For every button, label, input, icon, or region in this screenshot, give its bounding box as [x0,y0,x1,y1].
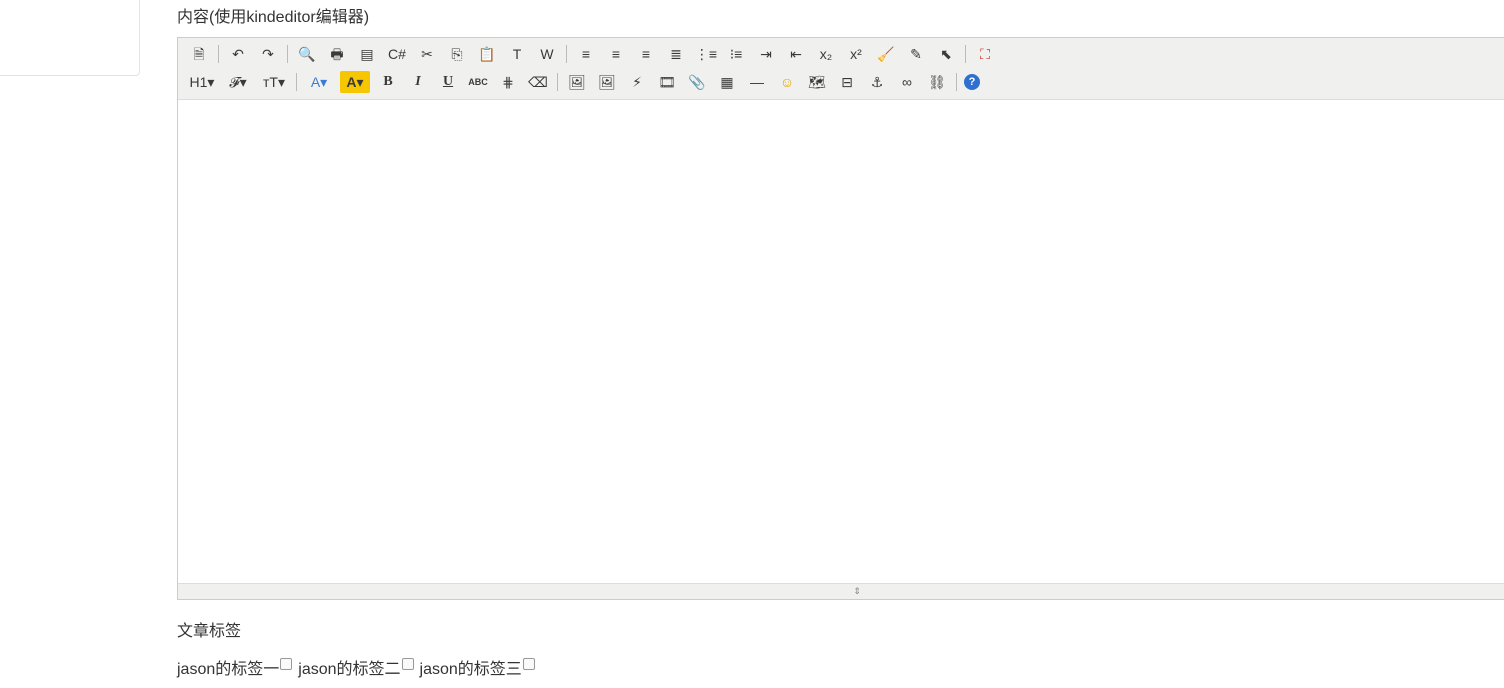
source-icon[interactable]: 🗎 [187,43,211,65]
kindeditor: 🗎 ↶ ↷ 🔍 🖶 ▤ C# ✂ ⎘ 📋 T W ≡ ≡ ≡ ≣ ⋮≡ ⁝≡ ⇥ ⇤ x₂ x² 🧹 ✎ ⬉ ⛶ H1▾ 𝓕▾ ᴛT▾… [177,37,1504,600]
help-icon[interactable]: ? [964,74,980,90]
side-panel [0,0,140,76]
justifyright-icon[interactable]: ≡ [634,43,658,65]
hr-icon[interactable]: ― [745,71,769,93]
tags-label: 文章标签 [177,623,242,640]
insertorderedlist-icon[interactable]: ⋮≡ [694,43,718,65]
toolbar-separator [557,73,558,91]
clearhtml-icon[interactable]: 🧹 [874,43,898,65]
multiimage-icon[interactable]: 🖼 [595,71,619,93]
table-icon[interactable]: ▦ [715,71,739,93]
toolbar-separator [956,73,957,91]
quickformat-icon[interactable]: ✎ [904,43,928,65]
content-label: 内容(使用kindeditor编辑器) [177,9,370,26]
image-icon[interactable]: 🖼 [565,71,589,93]
heading-icon[interactable]: H1▾ [187,71,217,93]
toolbar-separator [287,45,288,63]
tag-checkbox[interactable] [280,658,293,670]
baidumap-icon[interactable]: 🗺 [805,71,829,93]
print-icon[interactable]: 🖶 [325,43,349,65]
toolbar-row-1: 🗎 ↶ ↷ 🔍 🖶 ▤ C# ✂ ⎘ 📋 T W ≡ ≡ ≡ ≣ ⋮≡ ⁝≡ ⇥ ⇤ x₂ x² 🧹 ✎ ⬉ ⛶ [187,42,997,66]
editor-statusbar: ⇕ [178,583,1504,599]
pagebreak-icon[interactable]: ⊟ [835,71,859,93]
toolbar-separator [566,45,567,63]
flash-icon[interactable]: ⚡ [625,71,649,93]
indent-icon[interactable]: ⇥ [754,43,778,65]
template-icon[interactable]: ▤ [355,43,379,65]
bold-icon[interactable]: B [376,71,400,93]
italic-icon[interactable]: I [406,71,430,93]
preview-icon[interactable]: 🔍 [295,43,319,65]
justifyleft-icon[interactable]: ≡ [574,43,598,65]
tag-label: jason的标签一 [177,661,280,678]
forecolor-icon[interactable]: A▾ [304,71,334,93]
removeformat-icon[interactable]: ⌫ [526,71,550,93]
editor-content-area[interactable] [178,100,1504,583]
tag-option[interactable]: jason的标签一 [177,655,293,679]
justifyfull-icon[interactable]: ≣ [664,43,688,65]
justifycenter-icon[interactable]: ≡ [604,43,628,65]
redo-icon[interactable]: ↷ [256,43,280,65]
fontname-icon[interactable]: 𝓕▾ [223,71,253,93]
media-icon[interactable]: 🎞 [655,71,679,93]
code-icon[interactable]: C# [385,43,409,65]
copy-icon[interactable]: ⎘ [445,43,469,65]
fullscreen-icon[interactable]: ⛶ [973,43,997,65]
cut-icon[interactable]: ✂ [415,43,439,65]
strikethrough-icon[interactable]: ABC [466,71,490,93]
lineheight-icon[interactable]: ⋕ [496,71,520,93]
link-icon[interactable]: ∞ [895,71,919,93]
plainpaste-icon[interactable]: T [505,43,529,65]
toolbar-row-2: H1▾ 𝓕▾ ᴛT▾ A▾ A▾ B I U ABC ⋕ ⌫ 🖼 🖼 ⚡ 🎞 📎 ▦ ― ☺ 🗺 ⊟ ⚓ ∞ ⛓? [187,70,980,94]
toolbar-separator [965,45,966,63]
toolbar-separator [296,73,297,91]
tag-option[interactable]: jason的标签三 [420,655,535,679]
tag-label: jason的标签三 [419,661,522,678]
insertfile-icon[interactable]: 📎 [685,71,709,93]
underline-icon[interactable]: U [436,71,460,93]
unlink-icon[interactable]: ⛓ [925,71,949,93]
tags-row: jason的标签一 jason的标签二 jason的标签三 [177,655,541,679]
selectall-icon[interactable]: ⬉ [934,43,958,65]
subscript-icon[interactable]: x₂ [814,43,838,65]
tag-option[interactable]: jason的标签二 [298,655,414,679]
anchor-icon[interactable]: ⚓ [865,71,889,93]
paste-icon[interactable]: 📋 [475,43,499,65]
fontsize-icon[interactable]: ᴛT▾ [259,71,289,93]
tag-checkbox[interactable] [401,658,414,670]
wordpaste-icon[interactable]: W [535,43,559,65]
tag-checkbox[interactable] [522,658,535,670]
hilitecolor-icon[interactable]: A▾ [340,71,370,93]
superscript-icon[interactable]: x² [844,43,868,65]
editor-toolbar: 🗎 ↶ ↷ 🔍 🖶 ▤ C# ✂ ⎘ 📋 T W ≡ ≡ ≡ ≣ ⋮≡ ⁝≡ ⇥ ⇤ x₂ x² 🧹 ✎ ⬉ ⛶ H1▾ 𝓕▾ ᴛT▾… [178,38,1504,100]
insertunorderedlist-icon[interactable]: ⁝≡ [724,43,748,65]
toolbar-separator [218,45,219,63]
emoticons-icon[interactable]: ☺ [775,71,799,93]
undo-icon[interactable]: ↶ [226,43,250,65]
tag-label: jason的标签二 [298,661,401,678]
resize-handle-icon[interactable]: ⇕ [848,586,866,597]
outdent-icon[interactable]: ⇤ [784,43,808,65]
